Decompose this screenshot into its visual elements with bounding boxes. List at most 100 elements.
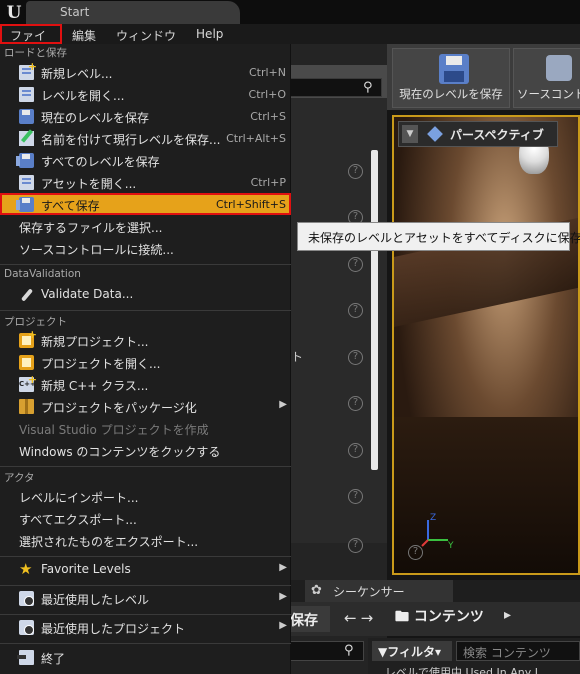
menu-item-recent-projects[interactable]: 最近使用したプロジェクト ▶ — [0, 616, 291, 638]
menu-item-recent-levels[interactable]: 最近使用したレベル ▶ — [0, 587, 291, 609]
menu-item-label: アセットを開く... — [41, 177, 137, 191]
section-datavalidation: DataValidation — [4, 268, 81, 280]
menu-window[interactable]: ウィンドウ — [106, 24, 186, 44]
save-all-icon — [16, 197, 34, 212]
menu-item-label: プロジェクトを開く... — [41, 357, 161, 371]
menu-item-shortcut: Ctrl+N — [248, 66, 286, 79]
menu-help[interactable]: Help — [186, 24, 233, 44]
content-path-label: コンテンツ — [413, 609, 484, 625]
menu-item-label: 保存するファイルを選択... — [19, 221, 163, 235]
help-icon[interactable]: ? — [348, 538, 363, 553]
menu-edit[interactable]: 編集 — [62, 24, 106, 44]
viewport-options-chevron-icon[interactable]: ▼ — [402, 125, 418, 143]
cpp-class-icon: C++ — [19, 372, 37, 392]
menu-item-favorite-levels[interactable]: ★ Favorite Levels ▶ — [0, 558, 291, 580]
help-icon[interactable]: ? — [348, 350, 363, 365]
menu-item-cook-windows[interactable]: Windows のコンテンツをクックする — [0, 439, 291, 461]
help-icon[interactable]: ? — [348, 396, 363, 411]
menu-item-export-all[interactable]: すべてエクスポート... — [0, 507, 291, 529]
menu-item-save-all-levels[interactable]: すべてのレベルを保存 — [0, 149, 291, 171]
recent-projects-icon — [19, 620, 34, 635]
menu-item-label: 終了 — [41, 652, 66, 666]
save-all-levels-icon — [16, 153, 34, 168]
actor-list-label: ト — [291, 350, 304, 364]
source-control-label: ソースコント — [517, 87, 580, 101]
star-icon: ★ — [19, 560, 33, 578]
tab-sequencer[interactable]: シーケンサー — [305, 580, 453, 602]
level-tab[interactable]: Start — [26, 1, 240, 24]
menu-separator — [0, 264, 291, 265]
menu-separator — [0, 556, 291, 557]
help-icon[interactable]: ? — [348, 303, 363, 318]
menu-item-label: Validate Data... — [41, 287, 134, 301]
help-icon[interactable]: ? — [408, 545, 423, 560]
content-column-headers: レベルで使用中 Used In Any L — [385, 666, 541, 674]
menu-item-validate-data[interactable]: Validate Data... — [0, 283, 291, 305]
menu-item-source-control[interactable]: ソースコントロールに接続... — [0, 237, 291, 259]
content-save-button[interactable]: 保存 — [290, 606, 330, 632]
level-viewport[interactable]: ▼ パースペクティブ Z Y ? — [392, 115, 580, 575]
menu-item-new-cpp-class[interactable]: C++ 新規 C++ クラス... — [0, 372, 291, 395]
help-icon[interactable]: ? — [348, 257, 363, 272]
menu-separator — [0, 643, 291, 644]
help-icon[interactable]: ? — [348, 164, 363, 179]
menu-item-shortcut: Ctrl+Shift+S — [216, 198, 286, 211]
menu-item-shortcut: Ctrl+O — [248, 88, 286, 101]
menu-item-save-all[interactable]: すべて保存 Ctrl+Shift+S — [0, 193, 291, 215]
menu-file[interactable]: ファイル — [0, 24, 62, 60]
open-project-icon — [19, 355, 34, 370]
menu-item-open-project[interactable]: プロジェクトを開く... — [0, 351, 291, 373]
menu-item-label: Windows のコンテンツをクックする — [19, 445, 221, 459]
menu-item-import-level[interactable]: レベルにインポート... — [0, 485, 291, 507]
menu-item-label: ソースコントロールに接続... — [19, 243, 174, 257]
folder-icon: 🖿 — [395, 609, 414, 625]
menu-item-label: 選択されたものをエクスポート... — [19, 535, 199, 549]
submenu-arrow-icon: ▶ — [279, 399, 287, 410]
menu-item-save-current-level[interactable]: 現在のレベルを保存 Ctrl+S — [0, 105, 291, 127]
perspective-cube-icon — [427, 126, 443, 142]
menu-item-export-selected[interactable]: 選択されたものをエクスポート... — [0, 529, 291, 551]
recent-levels-icon — [19, 591, 34, 606]
menu-item-exit[interactable]: 終了 — [0, 646, 291, 668]
menu-item-label: レベルにインポート... — [19, 491, 139, 505]
section-load-save: ロードと保存 — [4, 47, 67, 59]
filter-button[interactable]: ▼フィルタ▾ — [372, 641, 452, 661]
menu-item-label: 最近使用したプロジェクト — [41, 622, 186, 636]
menu-item-label: すべて保存 — [41, 199, 100, 213]
save-current-button[interactable]: 現在のレベルを保存 — [392, 48, 510, 108]
save-icon — [439, 54, 469, 84]
history-nav-icon[interactable]: ←→ — [344, 609, 377, 627]
menu-item-label: レベルを開く... — [41, 89, 125, 103]
menu-item-open-asset[interactable]: アセットを開く... Ctrl+P — [0, 171, 291, 193]
file-menu-dropdown: ロードと保存 新規レベル... Ctrl+N レベルを開く... Ctrl+O … — [0, 44, 291, 674]
section-actor: アクタ — [4, 472, 35, 484]
menu-item-label: 名前を付けて現行レベルを保存... — [41, 133, 221, 147]
menu-item-open-level[interactable]: レベルを開く... Ctrl+O — [0, 83, 291, 105]
source-control-button[interactable]: ソースコント — [513, 48, 580, 108]
menu-item-choose-files[interactable]: 保存するファイルを選択... — [0, 215, 291, 237]
help-icon[interactable]: ? — [348, 489, 363, 504]
perspective-button[interactable]: ▼ パースペクティブ — [398, 121, 558, 147]
content-search-input[interactable]: 検索 コンテンツ — [456, 641, 580, 661]
menu-item-new-project[interactable]: 新規プロジェクト... — [0, 328, 291, 351]
menu-separator — [0, 585, 291, 586]
menu-item-label: 新規プロジェクト... — [41, 335, 149, 349]
menu-item-label: 最近使用したレベル — [41, 593, 150, 607]
filter-icon: ▼ — [378, 645, 388, 659]
menu-separator — [0, 466, 291, 467]
unreal-logo-icon[interactable]: U — [3, 2, 25, 24]
help-icon[interactable]: ? — [348, 443, 363, 458]
search-icon: ⚲ — [344, 643, 354, 658]
chevron-down-icon: ▾ — [435, 645, 442, 659]
open-asset-icon — [19, 175, 34, 190]
exit-icon — [17, 650, 34, 665]
search-icon: ⚲ — [363, 80, 373, 95]
menu-item-label: プロジェクトをパッケージ化 — [41, 401, 197, 415]
menu-item-save-as[interactable]: 名前を付けて現行レベルを保存... Ctrl+Alt+S — [0, 127, 291, 149]
menu-separator — [0, 310, 291, 311]
menu-item-new-level[interactable]: 新規レベル... Ctrl+N — [0, 60, 291, 83]
scrollbar[interactable] — [371, 150, 378, 470]
content-path-button[interactable]: 🖿 コンテンツ — [395, 606, 484, 630]
chevron-right-icon[interactable]: ▸ — [504, 607, 511, 623]
menu-item-package-project[interactable]: プロジェクトをパッケージ化 ▶ — [0, 395, 291, 417]
